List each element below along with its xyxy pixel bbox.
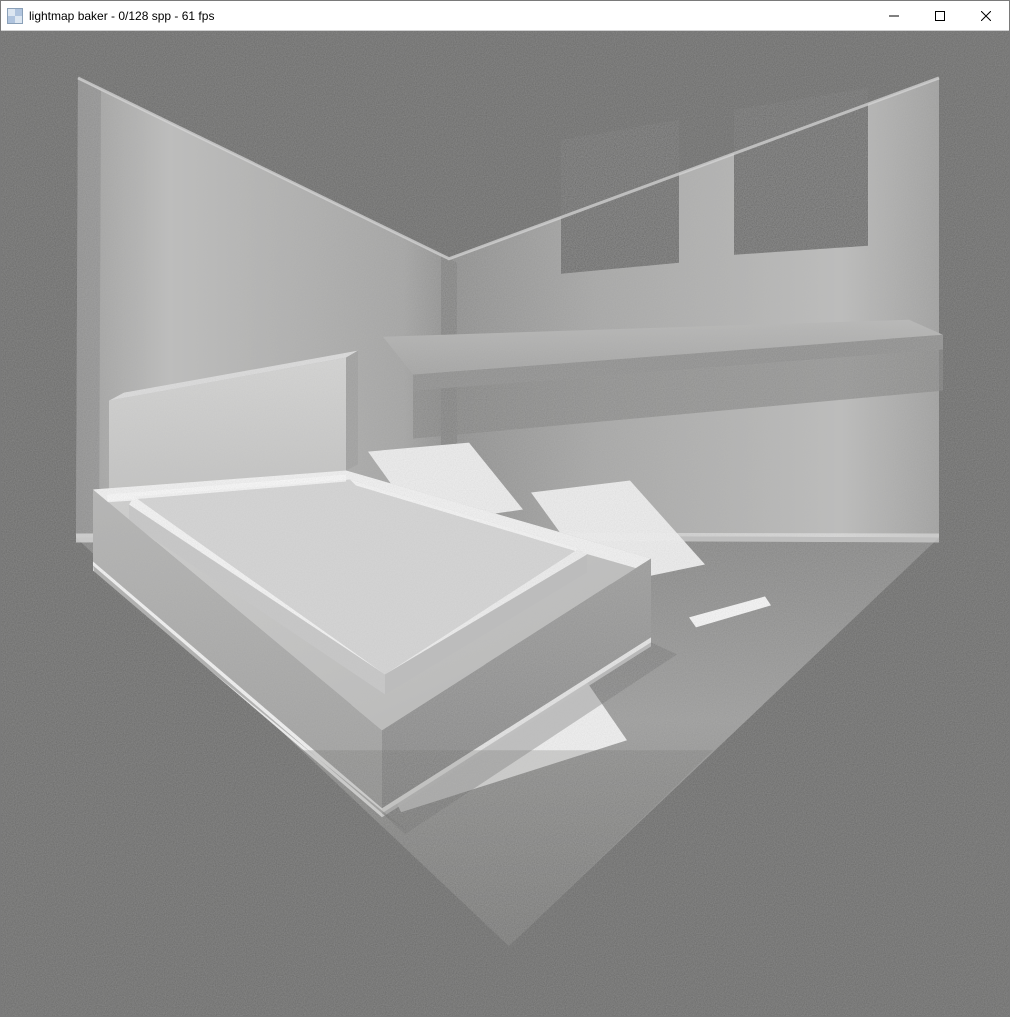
minimize-button[interactable]	[871, 1, 917, 30]
render-viewport[interactable]	[1, 31, 1009, 1016]
maximize-icon	[935, 11, 945, 21]
rendered-scene	[1, 31, 1009, 1016]
maximize-button[interactable]	[917, 1, 963, 30]
minimize-icon	[889, 11, 899, 21]
close-icon	[981, 11, 991, 21]
window-title: lightmap baker - 0/128 spp - 61 fps	[29, 9, 214, 23]
application-window: lightmap baker - 0/128 spp - 61 fps	[0, 0, 1010, 1017]
titlebar[interactable]: lightmap baker - 0/128 spp - 61 fps	[1, 1, 1009, 31]
window-controls	[871, 1, 1009, 30]
app-icon	[7, 8, 23, 24]
close-button[interactable]	[963, 1, 1009, 30]
